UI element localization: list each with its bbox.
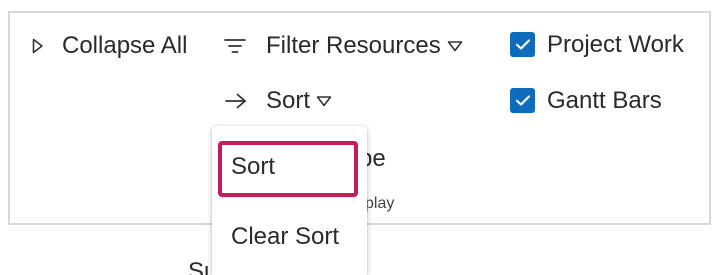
sort-dropdown-menu: Sort Clear Sort — [212, 126, 367, 275]
filter-lines-icon — [224, 36, 246, 56]
sort-dropdown-button[interactable]: Sort — [224, 89, 332, 113]
gantt-bars-checkbox[interactable]: Gantt Bars — [510, 88, 662, 113]
sort-button-label: Sort — [266, 87, 311, 114]
screen-stage: Collapse All Filter Resources Project Wo… — [0, 0, 716, 275]
project-work-checkbox[interactable]: Project Work — [510, 32, 684, 57]
arrow-right-icon — [224, 91, 248, 111]
triangle-down-outline-icon — [447, 40, 463, 52]
filter-resources-button[interactable]: Filter Resources — [224, 34, 463, 58]
filter-resources-label: Filter Resources — [266, 32, 441, 59]
group-label-fragment: play — [365, 195, 395, 212]
menu-item-sort[interactable]: Sort — [212, 143, 367, 191]
project-work-label: Project Work — [547, 30, 684, 58]
menu-item-clear-sort[interactable]: Clear Sort — [212, 213, 367, 261]
collapse-all-button[interactable]: Collapse All — [31, 34, 187, 58]
triangle-down-outline-icon — [316, 95, 332, 107]
menu-item-sort-label: Sort — [231, 153, 276, 180]
checkmark-icon — [510, 88, 535, 113]
collapse-all-label: Collapse All — [62, 32, 188, 59]
gantt-bars-label: Gantt Bars — [547, 86, 662, 114]
menu-item-clear-sort-label: Clear Sort — [231, 223, 340, 250]
checkmark-icon — [510, 32, 535, 57]
triangle-right-icon — [31, 37, 45, 55]
